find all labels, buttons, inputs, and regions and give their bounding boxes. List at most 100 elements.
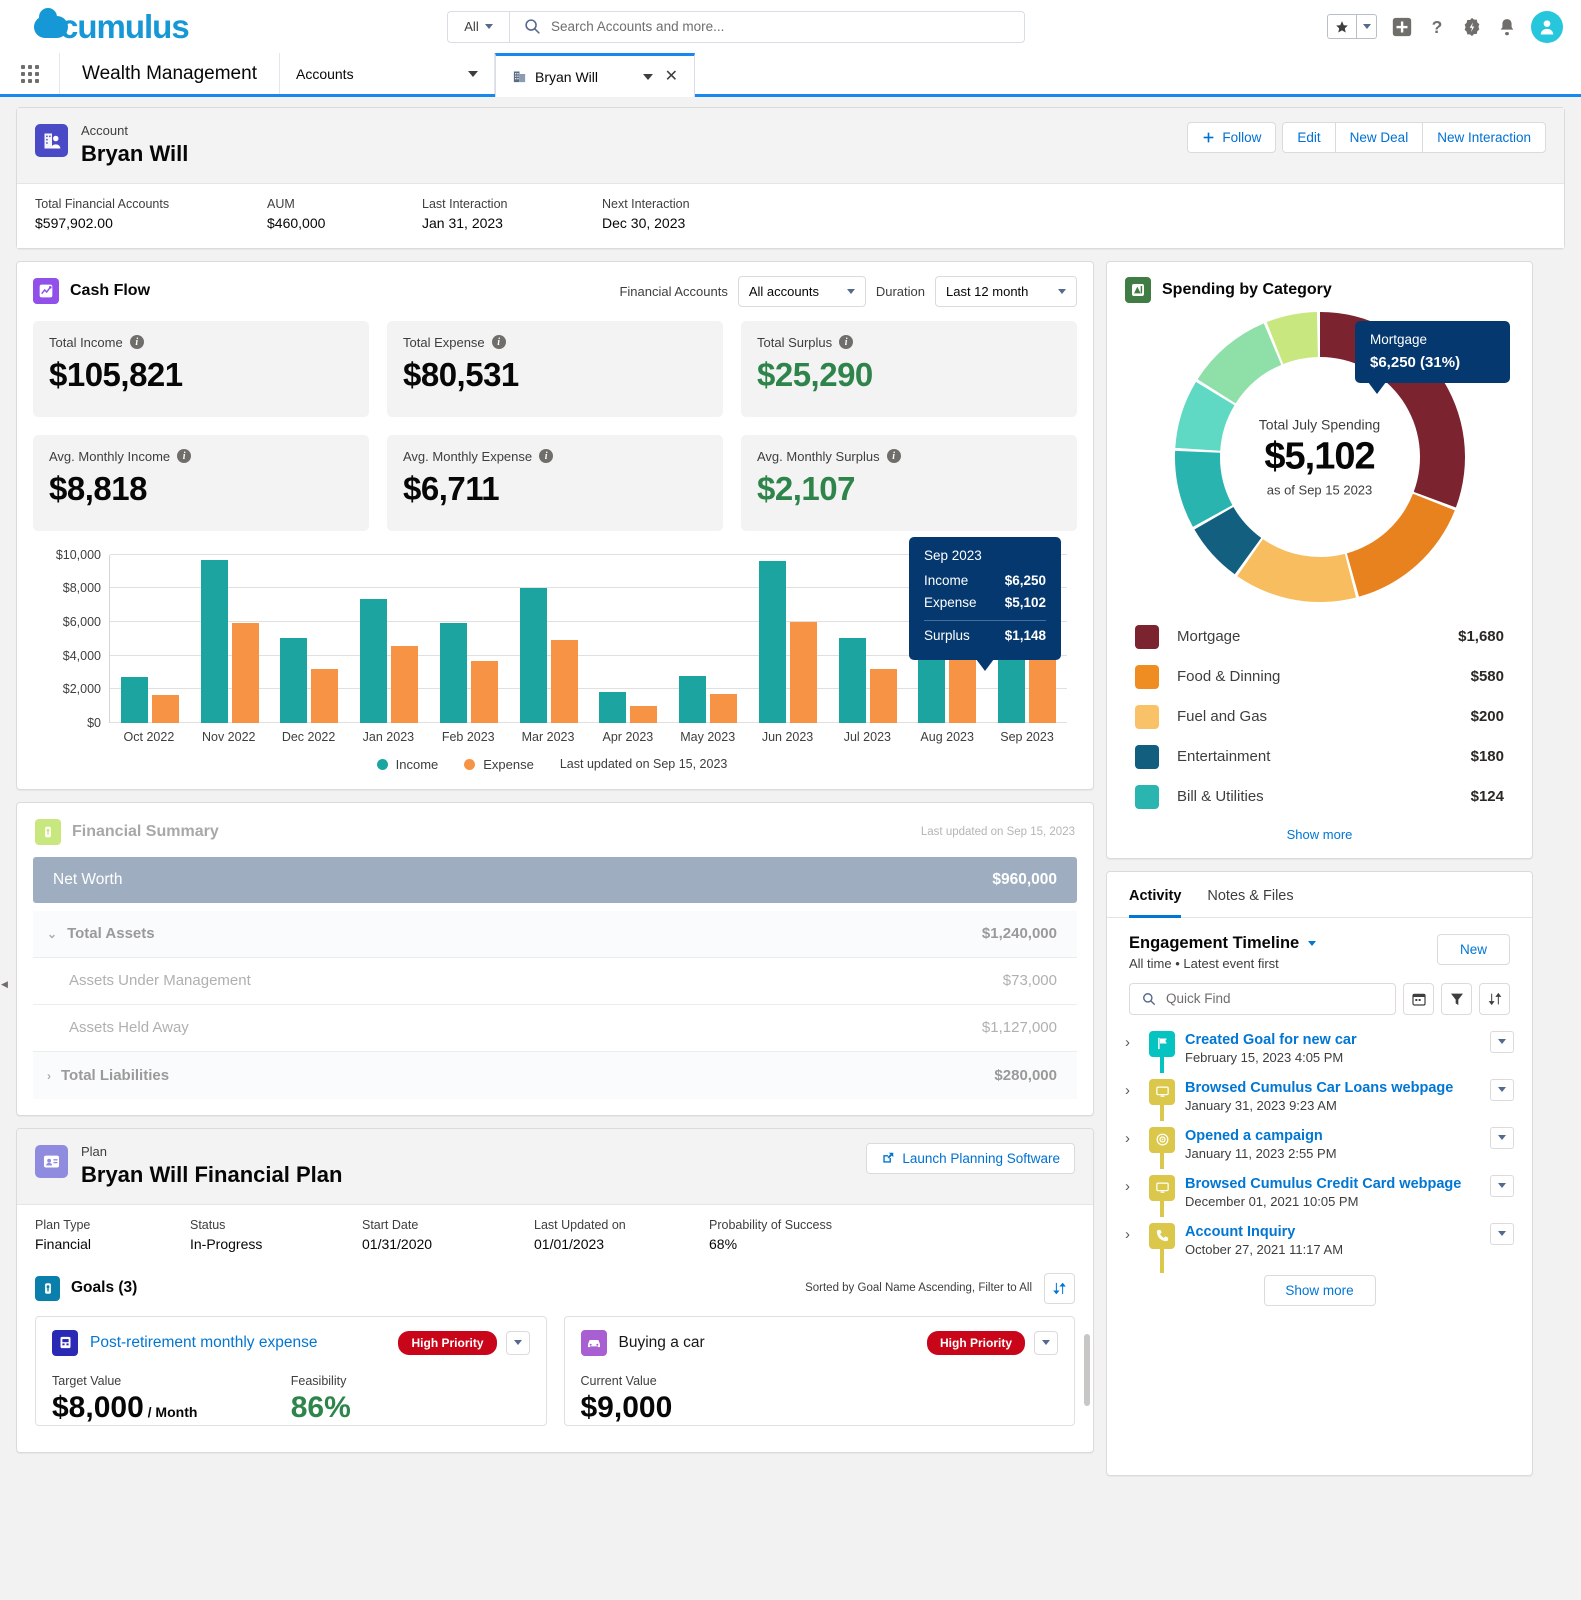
duration-select[interactable]: Last 12 month <box>935 275 1077 307</box>
bar-income[interactable] <box>439 623 467 723</box>
timeline-event[interactable]: › Account Inquiry October 27, 2021 11:17 A… <box>1125 1222 1514 1273</box>
bar-expense[interactable] <box>789 621 817 723</box>
timeline-event-menu-button[interactable] <box>1490 1078 1514 1101</box>
timeline-event-title[interactable]: Browsed Cumulus Car Loans webpage <box>1185 1080 1480 1096</box>
goal-card-buying-a-car[interactable]: Buying a car High Priority Current Value… <box>563 1315 1075 1426</box>
info-icon[interactable]: i <box>129 335 144 350</box>
bar-income[interactable] <box>599 692 627 723</box>
bar-group[interactable] <box>668 555 748 723</box>
chevron-right-icon[interactable]: › <box>1125 1127 1139 1147</box>
bar-group[interactable] <box>429 555 509 723</box>
search-input[interactable]: Search Accounts and more... <box>510 18 1024 35</box>
sort-button[interactable] <box>1479 982 1510 1015</box>
chevron-right-icon[interactable]: › <box>1125 1175 1139 1195</box>
bar-expense[interactable] <box>630 705 658 723</box>
tab-activity[interactable]: Activity <box>1129 888 1182 918</box>
timeline-event-menu-button[interactable] <box>1490 1174 1514 1197</box>
info-icon[interactable]: i <box>839 335 854 350</box>
info-icon[interactable]: i <box>177 449 192 464</box>
sort-button[interactable] <box>1044 1272 1075 1304</box>
launch-planning-software-button[interactable]: Launch Planning Software <box>866 1142 1075 1174</box>
chevron-right-icon[interactable]: › <box>1125 1223 1139 1243</box>
info-icon[interactable]: i <box>886 449 901 464</box>
nav-tab-bryan-will[interactable]: Bryan Will ✕ <box>494 53 695 97</box>
filter-button[interactable] <box>1441 982 1472 1015</box>
app-launcher-button[interactable] <box>0 53 60 94</box>
cumulus-logo[interactable]: cumulus <box>34 7 190 43</box>
donut-segment[interactable] <box>1346 493 1455 597</box>
bar-group[interactable] <box>270 555 350 723</box>
bar-expense[interactable] <box>710 694 738 723</box>
sidebar-collapse-handle[interactable]: ◀ <box>0 973 9 995</box>
new-deal-button[interactable]: New Deal <box>1334 122 1424 153</box>
goal-name[interactable]: Post-retirement monthly expense <box>90 1334 317 1352</box>
bar-expense[interactable] <box>231 622 259 723</box>
goal-card-post-retirement[interactable]: Post-retirement monthly expense High Pri… <box>35 1315 547 1426</box>
goal-menu-button[interactable] <box>1034 1330 1058 1355</box>
timeline-event-title[interactable]: Created Goal for new car <box>1185 1032 1480 1048</box>
bar-group[interactable] <box>828 555 908 723</box>
bar-expense[interactable] <box>311 669 339 723</box>
favorites-control[interactable] <box>1327 14 1377 39</box>
chevron-down-icon[interactable] <box>1308 940 1317 946</box>
bar-income[interactable] <box>280 637 308 723</box>
bar-income[interactable] <box>360 599 388 723</box>
chevron-down-icon[interactable]: ⌄ <box>47 927 57 941</box>
chevron-right-icon[interactable]: › <box>1125 1079 1139 1099</box>
timeline-event-menu-button[interactable] <box>1490 1126 1514 1149</box>
nav-tab-accounts[interactable]: Accounts <box>280 53 495 94</box>
financial-accounts-select[interactable]: All accounts <box>737 275 866 307</box>
chevron-right-icon[interactable]: › <box>1125 1031 1139 1051</box>
bar-group[interactable] <box>509 555 589 723</box>
info-icon[interactable]: i <box>539 449 554 464</box>
star-icon[interactable] <box>1328 15 1356 38</box>
bar-income[interactable] <box>758 560 786 723</box>
bar-group[interactable] <box>349 555 429 723</box>
add-icon[interactable] <box>1391 16 1413 38</box>
bar-income[interactable] <box>200 560 228 723</box>
goal-menu-button[interactable] <box>505 1330 530 1355</box>
bar-expense[interactable] <box>470 660 498 723</box>
bar-group[interactable] <box>589 555 669 723</box>
timeline-event-menu-button[interactable] <box>1490 1222 1514 1245</box>
global-search[interactable]: All Search Accounts and more... <box>447 10 1025 43</box>
app-name[interactable]: Wealth Management <box>60 53 280 94</box>
timeline-event-title[interactable]: Account Inquiry <box>1185 1224 1480 1240</box>
new-interaction-button[interactable]: New Interaction <box>1422 122 1546 153</box>
calendar-button[interactable] <box>1403 982 1434 1015</box>
bar-expense[interactable] <box>151 695 179 723</box>
table-row[interactable]: ⌄ Total Assets $1,240,000 <box>33 910 1077 958</box>
tab-notes-files[interactable]: Notes & Files <box>1207 888 1293 917</box>
help-icon[interactable]: ? <box>1427 16 1447 38</box>
search-scope-selector[interactable]: All <box>448 11 510 42</box>
follow-button[interactable]: Follow <box>1187 122 1277 153</box>
bar-group[interactable] <box>190 555 270 723</box>
bar-expense[interactable] <box>391 645 419 723</box>
close-icon[interactable]: ✕ <box>665 68 678 85</box>
new-button[interactable]: New <box>1436 933 1510 965</box>
quick-find-input[interactable]: Quick Find <box>1129 982 1396 1015</box>
timeline-event-menu-button[interactable] <box>1490 1030 1514 1053</box>
timeline-event[interactable]: › Browsed Cumulus Credit Card webpage Dece… <box>1125 1174 1514 1223</box>
bar-group[interactable] <box>748 555 828 723</box>
engagement-timeline-header[interactable]: Engagement Timeline <box>1129 934 1317 953</box>
timeline-event[interactable]: › Opened a campaign January 11, 2023 2:55 … <box>1125 1126 1514 1175</box>
notifications-bell-icon[interactable] <box>1497 16 1517 38</box>
bar-income[interactable] <box>120 676 148 723</box>
goal-name[interactable]: Buying a car <box>619 1334 705 1352</box>
table-row[interactable]: › Total Liabilities $280,000 <box>33 1051 1077 1099</box>
chevron-down-icon[interactable] <box>1356 15 1376 38</box>
chevron-down-icon[interactable] <box>642 73 653 80</box>
bar-group[interactable] <box>110 555 190 723</box>
timeline-event[interactable]: › Browsed Cumulus Car Loans webpage Januar… <box>1125 1078 1514 1127</box>
edit-button[interactable]: Edit <box>1282 122 1336 153</box>
bar-expense[interactable] <box>869 668 897 723</box>
goals-scrollbar[interactable] <box>1084 1333 1090 1406</box>
chevron-down-icon[interactable] <box>467 70 478 77</box>
spending-show-more-link[interactable]: Show more <box>1107 817 1532 858</box>
donut-segment[interactable] <box>1236 538 1356 602</box>
timeline-event-title[interactable]: Browsed Cumulus Credit Card webpage <box>1185 1176 1480 1192</box>
bar-income[interactable] <box>838 638 866 723</box>
chevron-right-icon[interactable]: › <box>47 1069 51 1083</box>
timeline-event-title[interactable]: Opened a campaign <box>1185 1128 1480 1144</box>
